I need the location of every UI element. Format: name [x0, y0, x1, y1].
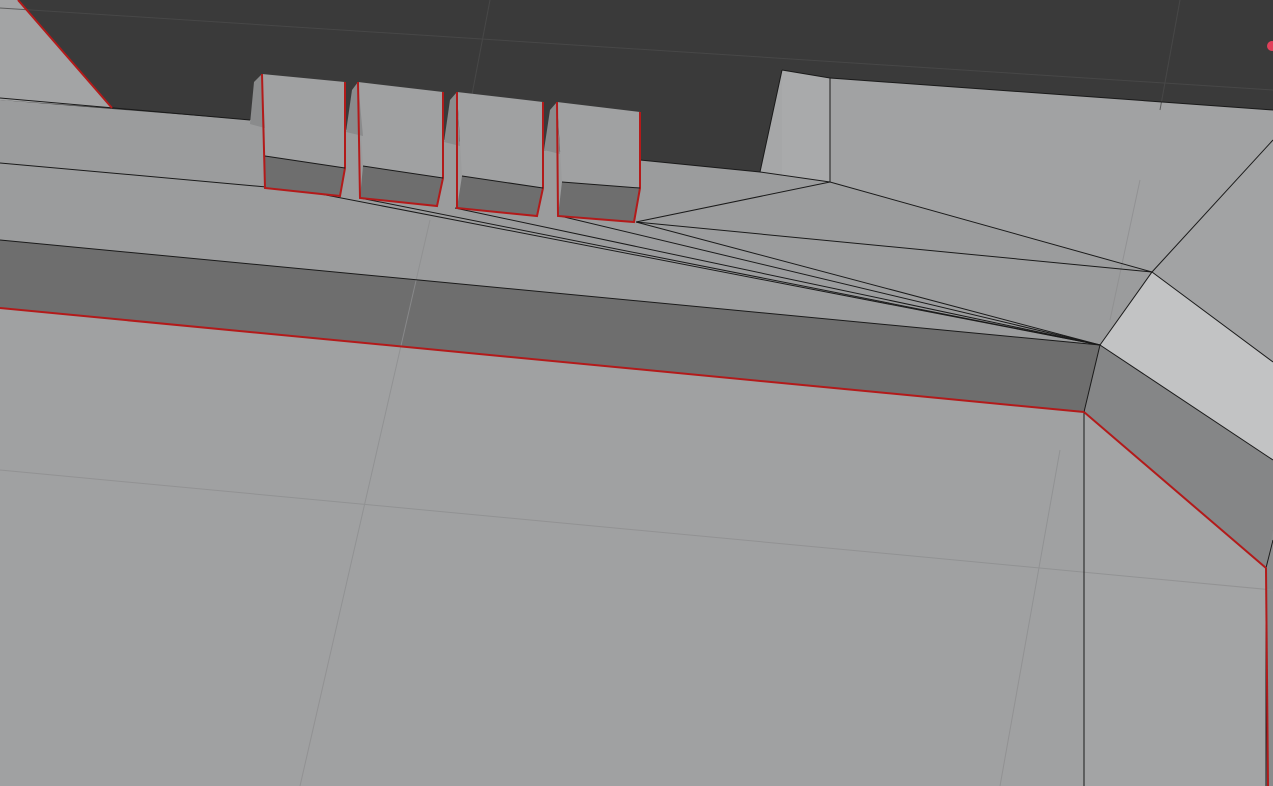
pillar-front-face[interactable] — [782, 70, 830, 182]
notch-block-1[interactable] — [250, 73, 346, 198]
notch-block-4[interactable] — [544, 101, 641, 224]
mesh-scene[interactable] — [0, 0, 1273, 786]
3d-viewport[interactable] — [0, 0, 1273, 786]
